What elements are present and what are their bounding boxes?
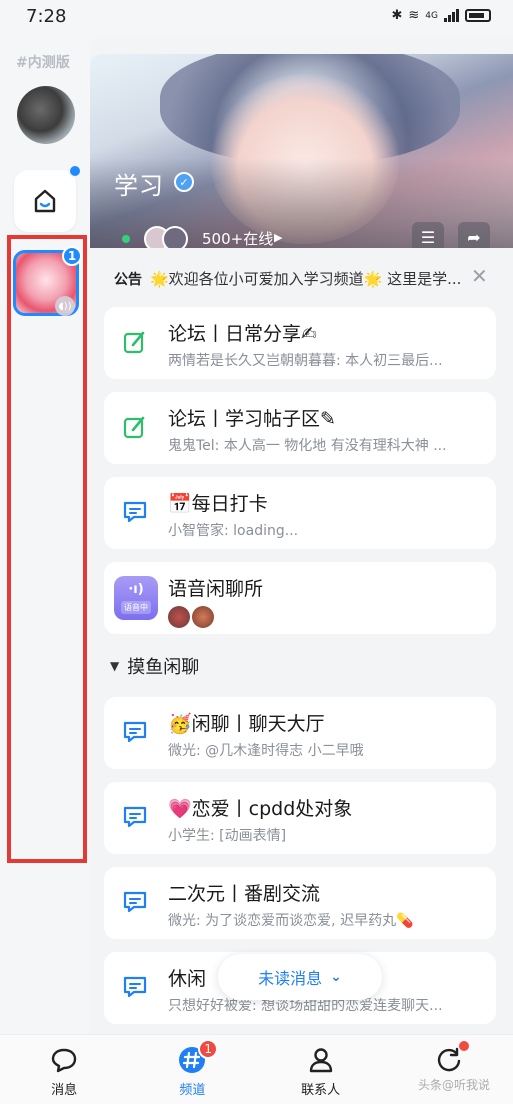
announcement-label: 公告 bbox=[114, 272, 142, 288]
nav-label: 消息 bbox=[51, 1083, 78, 1098]
home-icon bbox=[34, 189, 56, 213]
user-avatar[interactable] bbox=[17, 86, 75, 144]
section-label: 摸鱼闲聊 bbox=[127, 657, 200, 678]
card-subtitle: 微光: 为了谈恋爱而谈恋爱, 迟早药丸💊 bbox=[168, 913, 414, 929]
chat-icon bbox=[120, 972, 150, 1002]
channel-card-anime[interactable]: 二次元丨番剧交流 微光: 为了谈恋爱而谈恋爱, 迟早药丸💊 bbox=[104, 867, 496, 939]
beta-tag: #内测版 bbox=[16, 55, 70, 71]
status-bar: 7:28 ✱ ≋ 4G bbox=[0, 0, 513, 36]
highlight-frame bbox=[7, 235, 87, 863]
watermark: 头条@听我说 bbox=[418, 1078, 491, 1092]
card-title: 论坛丨学习帖子区✎ bbox=[168, 408, 336, 430]
double-chevron-down-icon: ⌄ bbox=[330, 969, 342, 985]
channel-title: 学习 bbox=[114, 172, 164, 200]
announcement-text: 🌟欢迎各位小可爱加入学习频道🌟 这里是学... bbox=[150, 270, 462, 288]
message-icon bbox=[49, 1045, 79, 1075]
chevron-right-icon: ▶ bbox=[274, 231, 283, 244]
wifi-icon: ≋ bbox=[408, 8, 420, 23]
edit-icon bbox=[120, 327, 150, 357]
nav-messages[interactable]: 消息 bbox=[0, 1035, 128, 1104]
menu-icon: ☰ bbox=[420, 227, 436, 247]
status-time: 7:28 bbox=[26, 6, 67, 27]
nav-channels[interactable]: 频道 1 bbox=[128, 1035, 256, 1104]
chat-icon bbox=[120, 802, 150, 832]
card-subtitle: 小智管家: loading... bbox=[168, 523, 299, 539]
card-title: 📅每日打卡 bbox=[168, 493, 268, 515]
nav-badge: 1 bbox=[198, 1039, 219, 1059]
edit-icon bbox=[120, 412, 150, 442]
chat-icon bbox=[120, 887, 150, 917]
channel-panel: 学习 ✓ 500+在线 ▶ ☰ ➦ 公告 🌟欢迎各位小可爱加入学习频道🌟 这里是… bbox=[90, 36, 513, 1034]
bluetooth-icon: ✱ bbox=[391, 8, 403, 23]
menu-button[interactable]: ☰ bbox=[412, 222, 444, 248]
announcement-bar[interactable]: 公告 🌟欢迎各位小可爱加入学习频道🌟 这里是学... ✕ bbox=[90, 252, 513, 306]
online-dot bbox=[122, 235, 130, 243]
card-subtitle: 鬼鬼Tel: 本人高一 物化地 有没有理科大神 ... bbox=[168, 438, 447, 454]
card-title: 💗恋爱丨cpdd处对象 bbox=[168, 798, 353, 820]
forum-card-study[interactable]: 论坛丨学习帖子区✎ 鬼鬼Tel: 本人高一 物化地 有没有理科大神 ... bbox=[104, 392, 496, 464]
card-title: 二次元丨番剧交流 bbox=[168, 883, 321, 905]
signal-icon bbox=[444, 9, 459, 22]
voice-channel-icon: ·ı) 语音中 bbox=[114, 576, 158, 620]
unread-label: 未读消息 bbox=[258, 969, 323, 988]
online-avatars[interactable] bbox=[144, 226, 194, 248]
online-count[interactable]: 500+在线 bbox=[202, 228, 273, 248]
battery-icon bbox=[465, 9, 491, 22]
channel-card-chat-hall[interactable]: 🥳闲聊丨聊天大厅 微光: @几木逢时得志 小二早哦 bbox=[104, 697, 496, 769]
avatar bbox=[162, 226, 188, 248]
card-title: 语音闲聊所 bbox=[168, 578, 264, 600]
status-icons: ✱ ≋ 4G bbox=[391, 8, 491, 23]
voice-channel-card[interactable]: ·ı) 语音中 语音闲聊所 bbox=[104, 562, 496, 634]
refresh-icon bbox=[434, 1045, 464, 1075]
home-button[interactable] bbox=[14, 170, 76, 232]
network-label: 4G bbox=[425, 10, 438, 21]
share-button[interactable]: ➦ bbox=[458, 222, 490, 248]
nav-label: 频道 bbox=[179, 1083, 206, 1098]
voice-active-tag: 语音中 bbox=[121, 601, 151, 614]
channel-banner: 学习 ✓ 500+在线 ▶ ☰ ➦ bbox=[90, 54, 513, 248]
channel-rail: #内测版 1 ◖)) bbox=[0, 36, 90, 1034]
channel-card-dating[interactable]: 💗恋爱丨cpdd处对象 小学生: [动画表情] bbox=[104, 782, 496, 854]
verified-icon: ✓ bbox=[174, 172, 194, 192]
bottom-nav: 消息 频道 1 联系人 bbox=[0, 1034, 513, 1104]
nav-contacts[interactable]: 联系人 bbox=[257, 1035, 385, 1104]
notification-dot bbox=[458, 1041, 469, 1051]
card-subtitle: 小学生: [动画表情] bbox=[168, 828, 287, 844]
unread-messages-button[interactable]: 未读消息 ⌄ bbox=[218, 954, 382, 1000]
nav-label: 联系人 bbox=[301, 1083, 341, 1098]
nav-activity[interactable] bbox=[385, 1035, 513, 1104]
voice-participants bbox=[168, 606, 228, 628]
card-title: 论坛丨日常分享✍ bbox=[168, 323, 317, 345]
share-icon: ➦ bbox=[467, 227, 481, 247]
chat-icon bbox=[120, 497, 150, 527]
channel-card-checkin[interactable]: 📅每日打卡 小智管家: loading... bbox=[104, 477, 496, 549]
avatar bbox=[168, 606, 190, 628]
home-notification-dot bbox=[68, 164, 82, 178]
forum-card-daily[interactable]: 论坛丨日常分享✍ 两情若是长久又岂朝朝暮暮: 本人初三最后... bbox=[104, 307, 496, 379]
card-subtitle: 微光: @几木逢时得志 小二早哦 bbox=[168, 743, 364, 759]
section-header[interactable]: ▼ 摸鱼闲聊 bbox=[110, 653, 199, 679]
card-title: 🥳闲聊丨聊天大厅 bbox=[168, 713, 325, 735]
caret-down-icon: ▼ bbox=[110, 659, 120, 673]
channel-badge: 1 bbox=[62, 246, 82, 266]
close-icon[interactable]: ✕ bbox=[471, 264, 488, 288]
chat-icon bbox=[120, 717, 150, 747]
avatar bbox=[192, 606, 214, 628]
voice-indicator-icon: ◖)) bbox=[55, 296, 75, 316]
contacts-icon bbox=[306, 1045, 336, 1075]
card-subtitle: 两情若是长久又岂朝朝暮暮: 本人初三最后... bbox=[168, 353, 443, 369]
